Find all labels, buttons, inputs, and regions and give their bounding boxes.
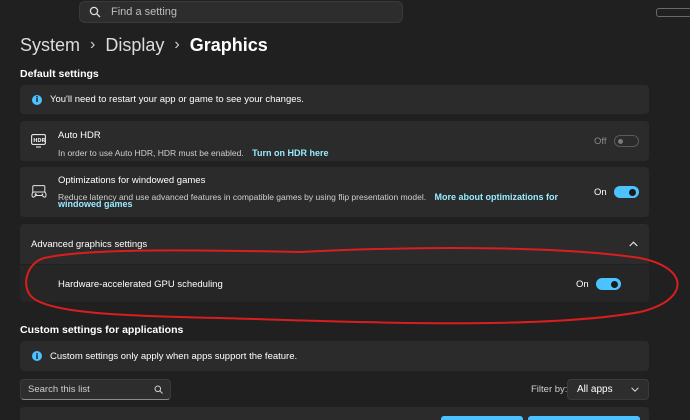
action-button[interactable] [441, 416, 523, 420]
chevron-right-icon: › [174, 36, 180, 53]
breadcrumb: System › Display › Graphics [20, 32, 268, 58]
windowed-games-state-label: On [594, 187, 607, 198]
gpu-scheduling-card: Hardware-accelerated GPU scheduling On [20, 265, 649, 302]
windowed-games-card: Optimizations for windowed games Reduce … [20, 167, 649, 217]
gpu-scheduling-state-label: On [576, 279, 589, 290]
chevron-right-icon: › [90, 36, 96, 53]
svg-text:HDR: HDR [33, 138, 45, 144]
windowed-games-link[interactable]: More about optimizations for [435, 192, 559, 202]
advanced-graphics-title: Advanced graphics settings [31, 239, 148, 250]
search-list-placeholder: Search this list [28, 384, 90, 395]
search-this-list-input[interactable]: Search this list [20, 379, 171, 400]
toggle-knob [611, 280, 618, 288]
toggle-knob [618, 138, 623, 144]
restart-notice-card: i You'll need to restart your app or gam… [20, 85, 649, 114]
windowed-games-toggle[interactable] [614, 186, 639, 198]
filter-dropdown[interactable]: All apps [567, 379, 649, 400]
breadcrumb-system[interactable]: System [20, 35, 80, 56]
filter-value: All apps [577, 384, 613, 395]
auto-hdr-description: In order to use Auto HDR, HDR must be en… [58, 148, 244, 158]
action-button[interactable] [528, 416, 640, 420]
custom-notice-card: i Custom settings only apply when apps s… [20, 341, 649, 371]
gpu-scheduling-toggle[interactable] [596, 278, 621, 290]
search-placeholder: Find a setting [111, 6, 178, 18]
game-controller-icon [31, 185, 47, 198]
auto-hdr-toggle[interactable] [614, 135, 639, 147]
window-control-fragment[interactable] [656, 8, 690, 17]
search-icon [89, 6, 101, 18]
windowed-games-title: Optimizations for windowed games [58, 175, 206, 186]
gpu-scheduling-title: Hardware-accelerated GPU scheduling [58, 279, 223, 290]
advanced-graphics-expander[interactable]: Advanced graphics settings [20, 224, 649, 264]
auto-hdr-title: Auto HDR [58, 130, 101, 141]
breadcrumb-display[interactable]: Display [105, 35, 164, 56]
info-icon: i [32, 94, 42, 105]
chevron-up-icon[interactable] [629, 241, 638, 247]
turn-on-hdr-link[interactable]: Turn on HDR here [252, 148, 328, 158]
toggle-knob [629, 188, 636, 196]
info-icon: i [32, 351, 42, 361]
auto-hdr-card: HDR Auto HDR In order to use Auto HDR, H… [20, 121, 649, 161]
custom-settings-title: Custom settings for applications [20, 324, 184, 336]
filter-by-label: Filter by: [531, 384, 568, 395]
settings-search-box[interactable]: Find a setting [79, 1, 403, 23]
restart-notice-text: You'll need to restart your app or game … [50, 94, 304, 105]
windowed-games-link-continued[interactable]: windowed games [58, 199, 133, 209]
custom-notice-text: Custom settings only apply when apps sup… [50, 350, 298, 362]
breadcrumb-graphics: Graphics [189, 34, 268, 55]
auto-hdr-state-label: Off [594, 136, 607, 147]
default-settings-title: Default settings [20, 68, 99, 80]
chevron-down-icon [631, 387, 639, 392]
search-icon [154, 385, 163, 394]
hdr-icon: HDR [31, 134, 46, 148]
